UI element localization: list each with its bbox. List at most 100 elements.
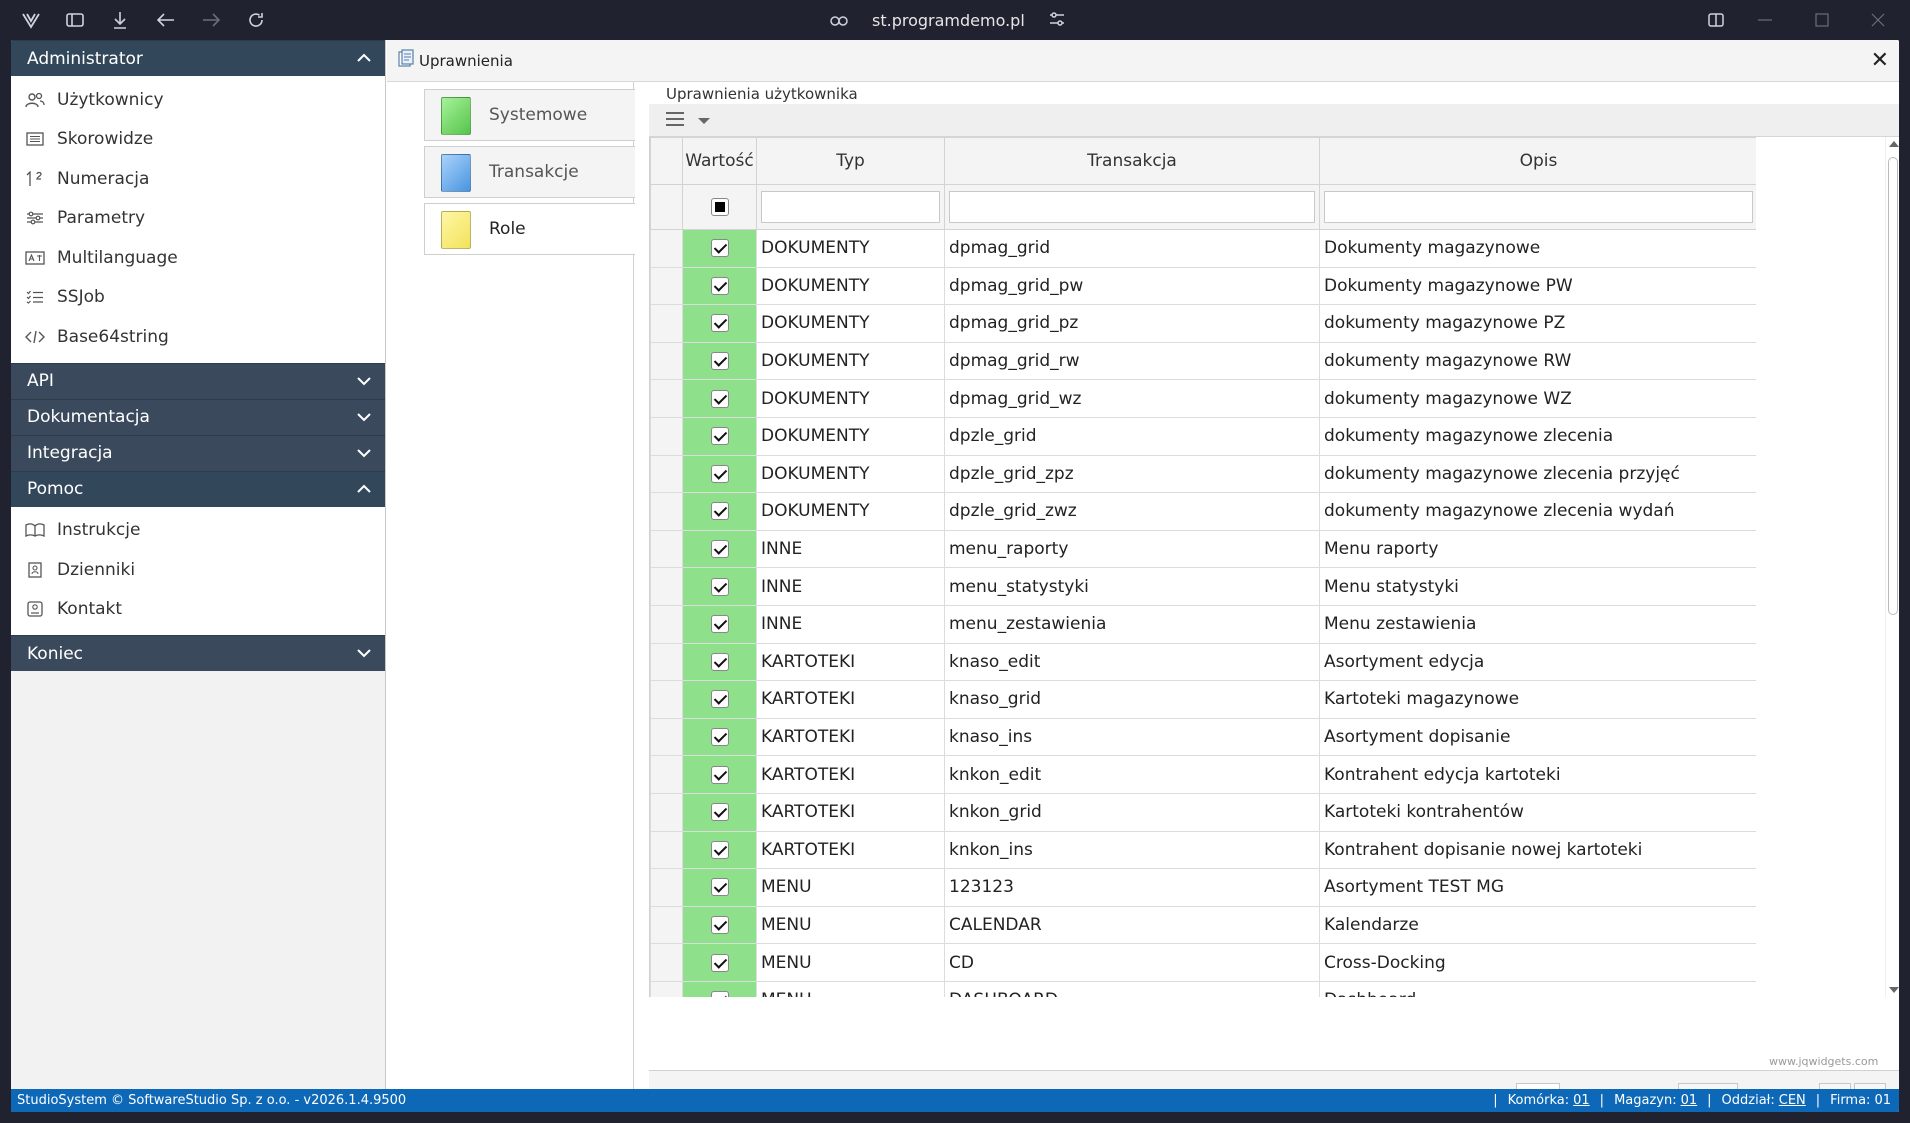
sidebar-item-dzienniki[interactable]: Dzienniki [11,550,385,590]
table-row[interactable]: INNE menu_statystyki Menu statystyki [650,567,1756,606]
forward-icon[interactable] [199,8,223,32]
sidebar-section-dokumentacja[interactable]: Dokumentacja [11,398,385,435]
table-row[interactable]: DOKUMENTY dpmag_grid_pw Dokumenty magazyno… [650,266,1756,306]
sidebar-item-parametry[interactable]: Parametry [11,199,385,239]
table-row[interactable]: INNE menu_raporty Menu raporty [650,529,1756,569]
filter-row [650,184,1756,230]
value-cell [682,680,757,719]
value-checkbox[interactable] [710,239,729,258]
value-checkbox[interactable] [710,652,729,671]
maximize-icon[interactable] [1810,8,1834,32]
caret-down-icon[interactable] [698,118,710,124]
table-row[interactable]: MENUDASHBOARDDashboard [650,980,1756,997]
table-row[interactable]: DOKUMENTY dpzle_grid_zwz dokumenty magazyn… [650,492,1756,531]
value-checkbox[interactable] [710,352,729,371]
minimize-icon[interactable] [1753,8,1777,32]
row-selector-cell [650,304,683,343]
tab-systemowe[interactable]: Systemowe [424,89,635,141]
value-checkbox[interactable] [710,840,729,859]
sidebar-item-instrukcje[interactable]: Instrukcje [11,511,385,551]
site-settings-icon[interactable] [1049,11,1065,30]
filter-cell [1319,184,1756,230]
value-checkbox[interactable] [710,389,729,408]
column-header-transakcja[interactable]: Transakcja [944,137,1320,185]
tab-role[interactable]: Role [424,203,635,255]
sidebar-item-ssjob[interactable]: SSJob [11,278,385,318]
scroll-thumb[interactable] [1888,157,1898,615]
filter-checkbox[interactable] [710,198,729,216]
typ-cell: MENU [756,868,945,907]
value-checkbox[interactable] [710,615,729,634]
scroll-up-icon[interactable] [1889,141,1899,147]
column-header-wartosc[interactable]: Wartość [682,137,757,185]
sidebar-item-kontakt[interactable]: Kontakt [11,590,385,630]
url-text[interactable]: st.programdemo.pl [860,11,1037,30]
sidebar-section-api[interactable]: API [11,362,385,399]
value-checkbox[interactable] [710,577,729,596]
table-row[interactable]: DOKUMENTY dpmag_grid_pz dokumenty magazyno… [650,304,1756,343]
komorka-link[interactable]: 01 [1573,1093,1590,1108]
table-row[interactable]: KARTOTEKI knkon_grid Kartoteki kontrahentó… [650,792,1756,832]
filter-opis-input[interactable] [1324,191,1753,223]
sidebar-section-pomoc[interactable]: Pomoc [11,470,385,507]
close-icon[interactable]: ✕ [1871,48,1889,73]
sidebar-item-multilanguage[interactable]: Multilanguage [11,238,385,278]
filter-typ-input[interactable] [761,191,940,223]
value-checkbox[interactable] [710,803,729,822]
panel-icon[interactable] [63,8,87,32]
table-row[interactable]: KARTOTEKI knaso_edit Asortyment edycja [650,642,1756,682]
reload-icon[interactable] [244,8,268,32]
value-checkbox[interactable] [710,276,729,295]
sidebar-section-koniec[interactable]: Koniec [11,635,385,671]
sidebar-item-skorowidze[interactable]: Skorowidze [11,120,385,160]
value-checkbox[interactable] [710,314,729,333]
table-row[interactable]: KARTOTEKI knkon_ins Kontrahent dopisanie n… [650,830,1756,870]
oddzial-link[interactable]: CEN [1779,1093,1806,1108]
tab-transakcje[interactable]: Transakcje [424,146,635,198]
value-checkbox[interactable] [710,540,729,559]
table-row[interactable]: KARTOTEKI knaso_ins Asortyment dopisanie [650,717,1756,757]
address-bar[interactable]: st.programdemo.pl [830,0,1065,40]
back-icon[interactable] [154,8,178,32]
table-row[interactable]: KARTOTEKI knaso_grid Kartoteki magazynowe [650,680,1756,719]
row-selector-cell [650,980,683,997]
menu-icon[interactable] [666,112,684,126]
sidebar-section-integracja[interactable]: Integracja [11,434,385,471]
table-row[interactable]: DOKUMENTY dpzle_grid dokumenty magazynowe … [650,416,1756,456]
vivaldi-icon[interactable] [19,8,43,32]
table-row[interactable]: DOKUMENTY dpmag_grid Dokumenty magazynowe [650,229,1756,268]
value-checkbox[interactable] [710,915,729,934]
value-checkbox[interactable] [710,991,729,997]
magazyn-link[interactable]: 01 [1681,1093,1698,1108]
sidebar-item-base64string[interactable]: Base64string [11,317,385,357]
scroll-down-icon[interactable] [1889,987,1899,993]
value-cell [682,304,757,343]
table-row[interactable]: KARTOTEKI knkon_edit Kontrahent edycja kar… [650,755,1756,794]
sidebar-item-uzytkownicy[interactable]: Użytkownicy [11,80,385,120]
download-icon[interactable] [108,8,132,32]
sidebar-section-administrator[interactable]: Administrator [11,40,385,76]
value-checkbox[interactable] [710,464,729,483]
column-header-typ[interactable]: Typ [756,137,945,185]
vertical-scrollbar[interactable] [1885,137,1899,997]
column-header-opis[interactable]: Opis [1319,137,1756,185]
value-checkbox[interactable] [710,728,729,747]
filter-transakcja-input[interactable] [949,191,1315,223]
split-view-icon[interactable] [1704,8,1728,32]
table-row[interactable]: DOKUMENTY dpzle_grid_zpz dokumenty magazyn… [650,454,1756,494]
table-row[interactable]: MENU CD Cross-Docking [650,943,1756,982]
table-row[interactable]: MENU 123123 Asortyment TEST MG [650,868,1756,907]
value-cell [682,792,757,832]
table-row[interactable]: INNE menu_zestawienia Menu zestawienia [650,604,1756,644]
value-checkbox[interactable] [710,502,729,521]
value-checkbox[interactable] [710,765,729,784]
value-checkbox[interactable] [710,878,729,897]
value-checkbox[interactable] [710,690,729,709]
table-row[interactable]: DOKUMENTY dpmag_grid_wz dokumenty magazyno… [650,379,1756,418]
value-checkbox[interactable] [710,427,729,446]
table-row[interactable]: DOKUMENTY dpmag_grid_rw dokumenty magazyno… [650,341,1756,381]
close-window-icon[interactable] [1866,8,1890,32]
sidebar-item-numeracja[interactable]: Numeracja [11,159,385,199]
value-checkbox[interactable] [710,953,729,972]
table-row[interactable]: MENU CALENDAR Kalendarze [650,905,1756,945]
